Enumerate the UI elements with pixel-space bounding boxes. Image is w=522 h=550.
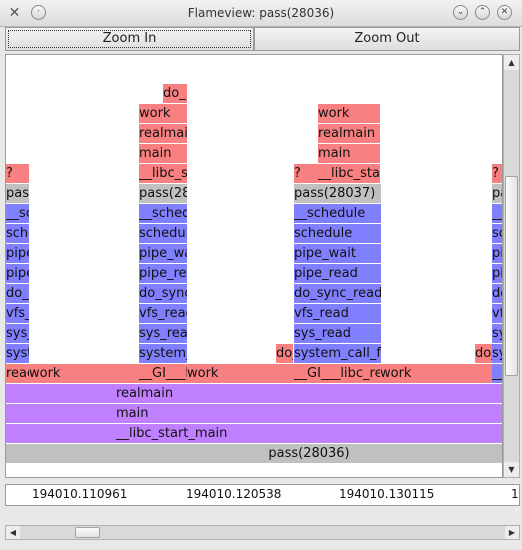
scroll-right-icon[interactable]: ▶ [505, 526, 519, 539]
flame-frame[interactable]: __schedule [492, 204, 502, 224]
flame-frame[interactable]: schedule [294, 224, 381, 244]
flame-frame[interactable]: do_sync_read [6, 284, 29, 304]
timeline-axis: 194010.110961 194010.120538 194010.130115 1… [5, 484, 520, 506]
flame-frame[interactable]: pipe_read [139, 264, 187, 284]
timeline-tick: 194010.120538 [186, 487, 282, 501]
flame-frame[interactable]: do_syscall [276, 344, 293, 364]
flame-frame[interactable]: ? [294, 164, 319, 184]
flame-frame[interactable]: system_call_fastpath [6, 344, 29, 364]
flame-frame[interactable]: pass(28037) [6, 184, 29, 204]
flame-frame[interactable]: __libc_start_main [139, 164, 187, 184]
zoom-toolbar: Zoom In Zoom Out [0, 27, 522, 52]
horizontal-scroll-thumb[interactable] [75, 527, 100, 538]
zoom-out-button[interactable]: Zoom Out [254, 27, 520, 51]
flame-frame[interactable]: pipe_wait [6, 244, 29, 264]
flame-frame[interactable]: vfs_read [139, 304, 187, 324]
flame-frame[interactable]: sys_read [139, 324, 187, 344]
flame-frame[interactable]: system_call_fastpath [294, 344, 381, 364]
flame-frame[interactable]: work [380, 364, 492, 384]
flame-frame[interactable]: do_sync_read [139, 284, 187, 304]
flame-frame[interactable]: do_sync_read [294, 284, 381, 304]
flame-frame[interactable]: ? [6, 164, 29, 184]
flame-frame[interactable]: work [187, 364, 294, 384]
flame-frame[interactable]: realmain [318, 124, 380, 144]
flame-frame[interactable]: do_sync_read [492, 284, 502, 304]
flame-frame[interactable]: pipe_wait [492, 244, 502, 264]
timeline-tick: 194010.130115 [339, 487, 435, 501]
flame-frame[interactable]: schedule [492, 224, 502, 244]
flame-frame[interactable]: __GI___libc_read [139, 364, 187, 384]
flame-frame[interactable]: work [139, 104, 187, 124]
flame-frame[interactable]: work [29, 364, 139, 384]
flame-frame[interactable]: __schedule [294, 204, 381, 224]
flame-frame[interactable]: vfs_read [294, 304, 381, 324]
flame-frame[interactable]: __libc_start_main [318, 164, 380, 184]
flame-frame[interactable]: sys_read [6, 324, 29, 344]
zoom-in-button[interactable]: Zoom In [5, 27, 254, 51]
minimize-icon[interactable]: ⌄ [453, 5, 468, 20]
flame-frame[interactable]: work [318, 104, 380, 124]
title-bar: ✕ · Flameview: pass(28036) ⌄ ⌃ ✕ [0, 0, 522, 27]
vertical-scrollbar[interactable]: ▲ ▼ [503, 54, 520, 478]
flame-frame[interactable]: read [6, 364, 29, 384]
flame-frame[interactable]: system_call_fastpath [139, 344, 187, 364]
flame-frame[interactable]: main [6, 404, 502, 424]
horizontal-scrollbar[interactable]: ◀ ▶ [5, 525, 520, 540]
scroll-up-icon[interactable]: ▲ [504, 55, 519, 70]
flame-frame[interactable]: schedule [6, 224, 29, 244]
flame-frame[interactable]: pipe_read [492, 264, 502, 284]
flame-frame[interactable]: main [318, 144, 380, 164]
flame-frame[interactable]: schedule [139, 224, 187, 244]
flame-frame[interactable]: vfs_read [6, 304, 29, 324]
close-icon[interactable]: ✕ [497, 5, 512, 20]
maximize-icon[interactable]: ⌃ [475, 5, 490, 20]
flame-frame[interactable]: pipe_wait [294, 244, 381, 264]
flame-frame[interactable]: system_call_fastpath [492, 344, 502, 364]
window-title: Flameview: pass(28036) [187, 6, 335, 20]
flame-frame[interactable]: main [139, 144, 187, 164]
flame-frame[interactable]: pipe_read [294, 264, 381, 284]
flame-frame[interactable]: realmain [139, 124, 187, 144]
flame-frame[interactable]: pipe_read [6, 264, 29, 284]
flame-frame[interactable]: vfs_read [492, 304, 502, 324]
flame-frame[interactable]: sys_read [294, 324, 381, 344]
scroll-left-icon[interactable]: ◀ [6, 526, 20, 539]
flame-frame[interactable]: realmain [6, 384, 502, 404]
vertical-scroll-thumb[interactable] [505, 176, 518, 376]
flame-frame[interactable]: do_ [163, 84, 187, 104]
flame-frame[interactable]: pass(28037) [294, 184, 381, 204]
scroll-down-icon[interactable]: ▼ [504, 462, 519, 477]
flame-frame[interactable]: pipe_wait [139, 244, 187, 264]
flame-frame[interactable]: __GI___libc_read [492, 364, 502, 384]
flame-frame[interactable]: __GI___libc_read [294, 364, 381, 384]
flame-frame[interactable]: pass(28036) [6, 444, 502, 464]
flame-frame[interactable]: ? [492, 164, 502, 184]
flame-frame[interactable]: __libc_start_main [6, 424, 502, 444]
flame-frame[interactable]: pass(28037) [139, 184, 187, 204]
flame-frame[interactable]: __schedule [139, 204, 187, 224]
flame-frame[interactable]: do_syscall [475, 344, 492, 364]
flame-frame[interactable]: pass(28037) [492, 184, 502, 204]
flame-frame[interactable]: sys_read [492, 324, 502, 344]
timeline-tick: 194010.110961 [32, 487, 128, 501]
flame-frame[interactable]: __schedule [6, 204, 29, 224]
flame-graph[interactable]: pass(28036) __libc_start_main main realmain… [5, 54, 503, 478]
timeline-tick: 19 [511, 487, 519, 501]
